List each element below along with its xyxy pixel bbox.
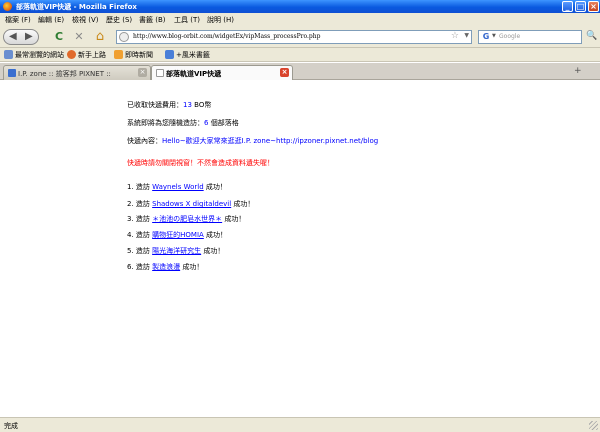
bookmark-latest-news[interactable]: 即時新聞 xyxy=(114,50,153,60)
visit-number: 2. 造訪 xyxy=(127,200,150,208)
back-forward-control: ◀ ▶ xyxy=(3,29,39,45)
visit-row: 5. 造訪 陽光海洋研究生 成功！ xyxy=(127,246,224,256)
visit-result: 成功！ xyxy=(231,200,255,208)
reload-icon[interactable]: C xyxy=(52,30,66,44)
message-label: 快遞內容： xyxy=(127,137,162,145)
menu-help[interactable]: 說明 (H) xyxy=(207,15,234,25)
minimize-button[interactable]: _ xyxy=(562,1,573,12)
visit-number: 4. 造訪 xyxy=(127,231,150,239)
blogs-unit: 個部落格 xyxy=(208,119,239,127)
page-content: 已收取快遞費用：13 BO幣 系統即將為您隨機造訪：6 個部落格 快遞內容：He… xyxy=(0,80,600,417)
status-bar: 完成 xyxy=(0,417,600,432)
menu-history[interactable]: 歷史 (S) xyxy=(106,15,132,25)
close-tab-icon[interactable]: × xyxy=(138,68,147,77)
visit-row: 2. 造訪 Shadows X digitaldevil 成功！ xyxy=(127,199,254,209)
back-icon[interactable]: ◀ xyxy=(9,31,17,43)
bookmark-label: 最常瀏覽的網站 xyxy=(15,51,64,59)
menu-file[interactable]: 檔案 (F) xyxy=(5,15,31,25)
search-icon[interactable]: 🔍 xyxy=(586,31,597,41)
navigation-toolbar: ◀ ▶ C ✕ ⌂ http://www.blog-orbit.com/widg… xyxy=(0,26,600,48)
close-window-button[interactable]: × xyxy=(588,1,599,12)
visit-number: 6. 造訪 xyxy=(127,263,150,271)
tab-label: I.P. zone :: 撿客邦 PIXNET :: xyxy=(18,70,111,78)
firefox-icon xyxy=(3,2,12,11)
message-value: Hello~歡迎大家常來逛逛I.P. zone~http://ipzoner.p… xyxy=(162,137,379,145)
tab-favicon xyxy=(156,69,164,77)
visit-number: 1. 造訪 xyxy=(127,183,150,191)
visit-row: 1. 造訪 Waynels World 成功！ xyxy=(127,182,227,192)
bookmark-label: 即時新聞 xyxy=(125,51,153,59)
home-icon[interactable]: ⌂ xyxy=(93,30,107,44)
search-placeholder: Google xyxy=(499,33,521,40)
page-icon xyxy=(165,50,174,59)
url-text[interactable]: http://www.blog-orbit.com/widgetEx/vipMa… xyxy=(133,33,320,40)
window-titlebar: 部落軌道VIP快遞 - Mozilla Firefox _ □ × xyxy=(0,0,600,13)
visit-link[interactable]: 購物狂的HOMIA xyxy=(152,231,204,239)
address-bar[interactable]: http://www.blog-orbit.com/widgetEx/vipMa… xyxy=(116,30,472,44)
visit-link[interactable]: Waynels World xyxy=(152,183,204,191)
fee-label: 已收取快遞費用： xyxy=(127,101,183,109)
visit-link[interactable]: 製造浪漫 xyxy=(152,263,180,271)
blogs-line: 系統即將為您隨機造訪：6 個部落格 xyxy=(127,118,239,128)
maximize-button[interactable]: □ xyxy=(575,1,586,12)
folder-icon xyxy=(4,50,13,59)
tab-label: 部落軌道VIP快遞 xyxy=(166,70,222,78)
close-tab-icon[interactable]: × xyxy=(280,68,289,77)
menu-bar: 檔案 (F) 編輯 (E) 檢視 (V) 歷史 (S) 書籤 (B) 工具 (T… xyxy=(0,13,600,26)
google-icon[interactable]: G xyxy=(481,32,491,42)
tab-vip-express[interactable]: 部落軌道VIP快遞 × xyxy=(151,65,293,80)
visit-link[interactable]: ＊池池の肥皂水世界＊ xyxy=(152,215,222,223)
visit-number: 3. 造訪 xyxy=(127,215,150,223)
rss-icon xyxy=(114,50,123,59)
visit-link[interactable]: 陽光海洋研究生 xyxy=(152,247,201,255)
menu-edit[interactable]: 編輯 (E) xyxy=(38,15,64,25)
visit-row: 4. 造訪 購物狂的HOMIA 成功！ xyxy=(127,230,227,240)
bookmark-star-icon[interactable]: ☆ xyxy=(451,31,459,41)
visit-row: 6. 造訪 製造浪漫 成功！ xyxy=(127,262,203,272)
menu-view[interactable]: 檢視 (V) xyxy=(72,15,98,25)
page-icon xyxy=(119,32,129,42)
visit-result: 成功！ xyxy=(222,215,246,223)
bookmark-getting-started[interactable]: 新手上路 xyxy=(67,50,106,60)
status-text: 完成 xyxy=(4,422,18,430)
bookmark-funp[interactable]: +風米書籤 xyxy=(165,50,210,60)
bookmark-most-visited[interactable]: 最常瀏覽的網站 xyxy=(4,50,64,60)
bookmark-label: +風米書籤 xyxy=(176,51,210,59)
blogs-label: 系統即將為您隨機造訪： xyxy=(127,119,204,127)
bookmark-label: 新手上路 xyxy=(78,51,106,59)
search-input[interactable]: G ▼ Google xyxy=(478,30,582,44)
message-line: 快遞內容：Hello~歡迎大家常來逛逛I.P. zone~http://ipzo… xyxy=(127,136,378,146)
menu-tools[interactable]: 工具 (T) xyxy=(174,15,200,25)
firefox-bookmark-icon xyxy=(67,50,76,59)
url-dropdown-icon[interactable]: ▼ xyxy=(464,32,469,39)
visit-number: 5. 造訪 xyxy=(127,247,150,255)
visit-result: 成功！ xyxy=(203,231,228,239)
fee-line: 已收取快遞費用：13 BO幣 xyxy=(127,100,211,110)
new-tab-icon[interactable]: + xyxy=(574,66,582,76)
visit-row: 3. 造訪 ＊池池の肥皂水世界＊ 成功！ xyxy=(127,214,245,224)
forward-icon[interactable]: ▶ xyxy=(25,31,33,43)
tab-favicon xyxy=(8,69,16,77)
resize-grip-icon[interactable] xyxy=(589,421,598,430)
visit-result: 成功！ xyxy=(201,247,225,255)
visit-result: 成功！ xyxy=(203,183,227,191)
search-engine-dropdown-icon[interactable]: ▼ xyxy=(492,33,496,39)
fee-value: 13 xyxy=(183,101,192,109)
visit-link[interactable]: Shadows X digitaldevil xyxy=(152,200,231,208)
tab-ipzone[interactable]: I.P. zone :: 撿客邦 PIXNET :: × xyxy=(3,65,151,80)
bookmarks-toolbar: 最常瀏覽的網站 新手上路 即時新聞 +風米書籤 xyxy=(0,48,600,62)
warning-text: 快遞時請勿關閉視窗！不然會造成資料遺失喔！ xyxy=(127,159,274,167)
tab-bar: I.P. zone :: 撿客邦 PIXNET :: × 部落軌道VIP快遞 ×… xyxy=(0,63,600,80)
menu-bookmarks[interactable]: 書籤 (B) xyxy=(139,15,166,25)
visit-result: 成功！ xyxy=(180,263,204,271)
fee-unit: BO幣 xyxy=(191,101,212,109)
window-title: 部落軌道VIP快遞 - Mozilla Firefox xyxy=(16,3,137,11)
stop-icon[interactable]: ✕ xyxy=(72,30,86,44)
